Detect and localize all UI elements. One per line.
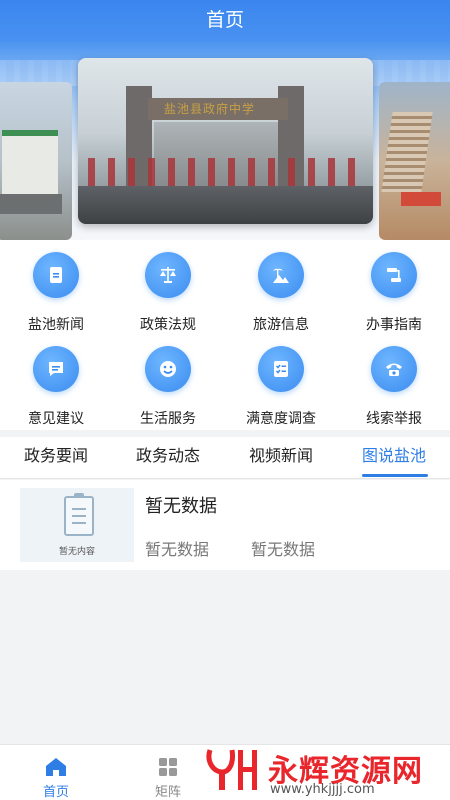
list-item-meta-date: 暂无数据 bbox=[251, 540, 316, 559]
document-icon bbox=[33, 252, 79, 298]
service-satisfaction-survey[interactable]: 满意度调查 bbox=[225, 342, 337, 432]
smiley-icon bbox=[145, 346, 191, 392]
palm-mountain-icon bbox=[258, 252, 304, 298]
flowchart-icon bbox=[371, 252, 417, 298]
app-header: 首页 bbox=[0, 0, 450, 42]
banner-slide-current[interactable]: 盐池县政府中学 bbox=[78, 58, 373, 224]
banner-carousel[interactable]: 盐池县政府中学 bbox=[0, 42, 450, 240]
nav-home[interactable]: 首页 bbox=[0, 745, 112, 800]
list-item-title: 暂无数据 bbox=[145, 496, 217, 517]
list-item-meta-source: 暂无数据 bbox=[145, 540, 210, 559]
home-icon bbox=[46, 758, 66, 776]
phone-icon bbox=[371, 346, 417, 392]
page-title: 首页 bbox=[205, 9, 244, 31]
red-lanterns bbox=[88, 158, 363, 186]
gate-sign: 盐池县政府中学 bbox=[164, 102, 256, 116]
active-tab-indicator bbox=[362, 474, 428, 477]
service-life[interactable]: 生活服务 bbox=[112, 342, 224, 432]
list-item[interactable]: 暂无内容 暂无数据 暂无数据 暂无数据 bbox=[0, 480, 450, 570]
scales-icon bbox=[145, 252, 191, 298]
chat-bubble-icon bbox=[33, 346, 79, 392]
service-suggestions[interactable]: 意见建议 bbox=[0, 342, 112, 432]
tab-video-news[interactable]: 视频新闻 bbox=[225, 437, 337, 479]
service-guide[interactable]: 办事指南 bbox=[338, 248, 450, 338]
service-yanchi-news[interactable]: 盐池新闻 bbox=[0, 248, 112, 338]
tab-yanchi-pictures[interactable]: 图说盐池 bbox=[338, 437, 450, 479]
tab-government-updates[interactable]: 政务动态 bbox=[112, 437, 224, 479]
watermark: 永辉资源网 www.yhkjjjj.com bbox=[200, 742, 450, 798]
thumbnail-caption: 暂无内容 bbox=[58, 547, 95, 557]
clipboard-icon bbox=[64, 493, 94, 536]
tab-government-news[interactable]: 政务要闻 bbox=[0, 437, 112, 479]
watermark-logo bbox=[206, 749, 257, 790]
checklist-icon bbox=[258, 346, 304, 392]
banner-slide-next[interactable] bbox=[379, 82, 450, 240]
service-tourism[interactable]: 旅游信息 bbox=[225, 248, 337, 338]
grid-icon bbox=[159, 758, 177, 776]
service-policy[interactable]: 政策法规 bbox=[112, 248, 224, 338]
watermark-url: www.yhkjjjj.com bbox=[270, 782, 375, 797]
empty-content-thumbnail: 暂无内容 bbox=[20, 488, 134, 562]
banner-slide-previous[interactable] bbox=[0, 82, 72, 240]
service-report-clues[interactable]: 线索举报 bbox=[338, 342, 450, 432]
news-tabs: 政务要闻 政务动态 视频新闻 图说盐池 bbox=[0, 437, 450, 479]
service-grid: 盐池新闻 政策法规 旅游信息 办事指南 意见建议 生活服务 满意度调查 线索举报 bbox=[0, 240, 450, 430]
